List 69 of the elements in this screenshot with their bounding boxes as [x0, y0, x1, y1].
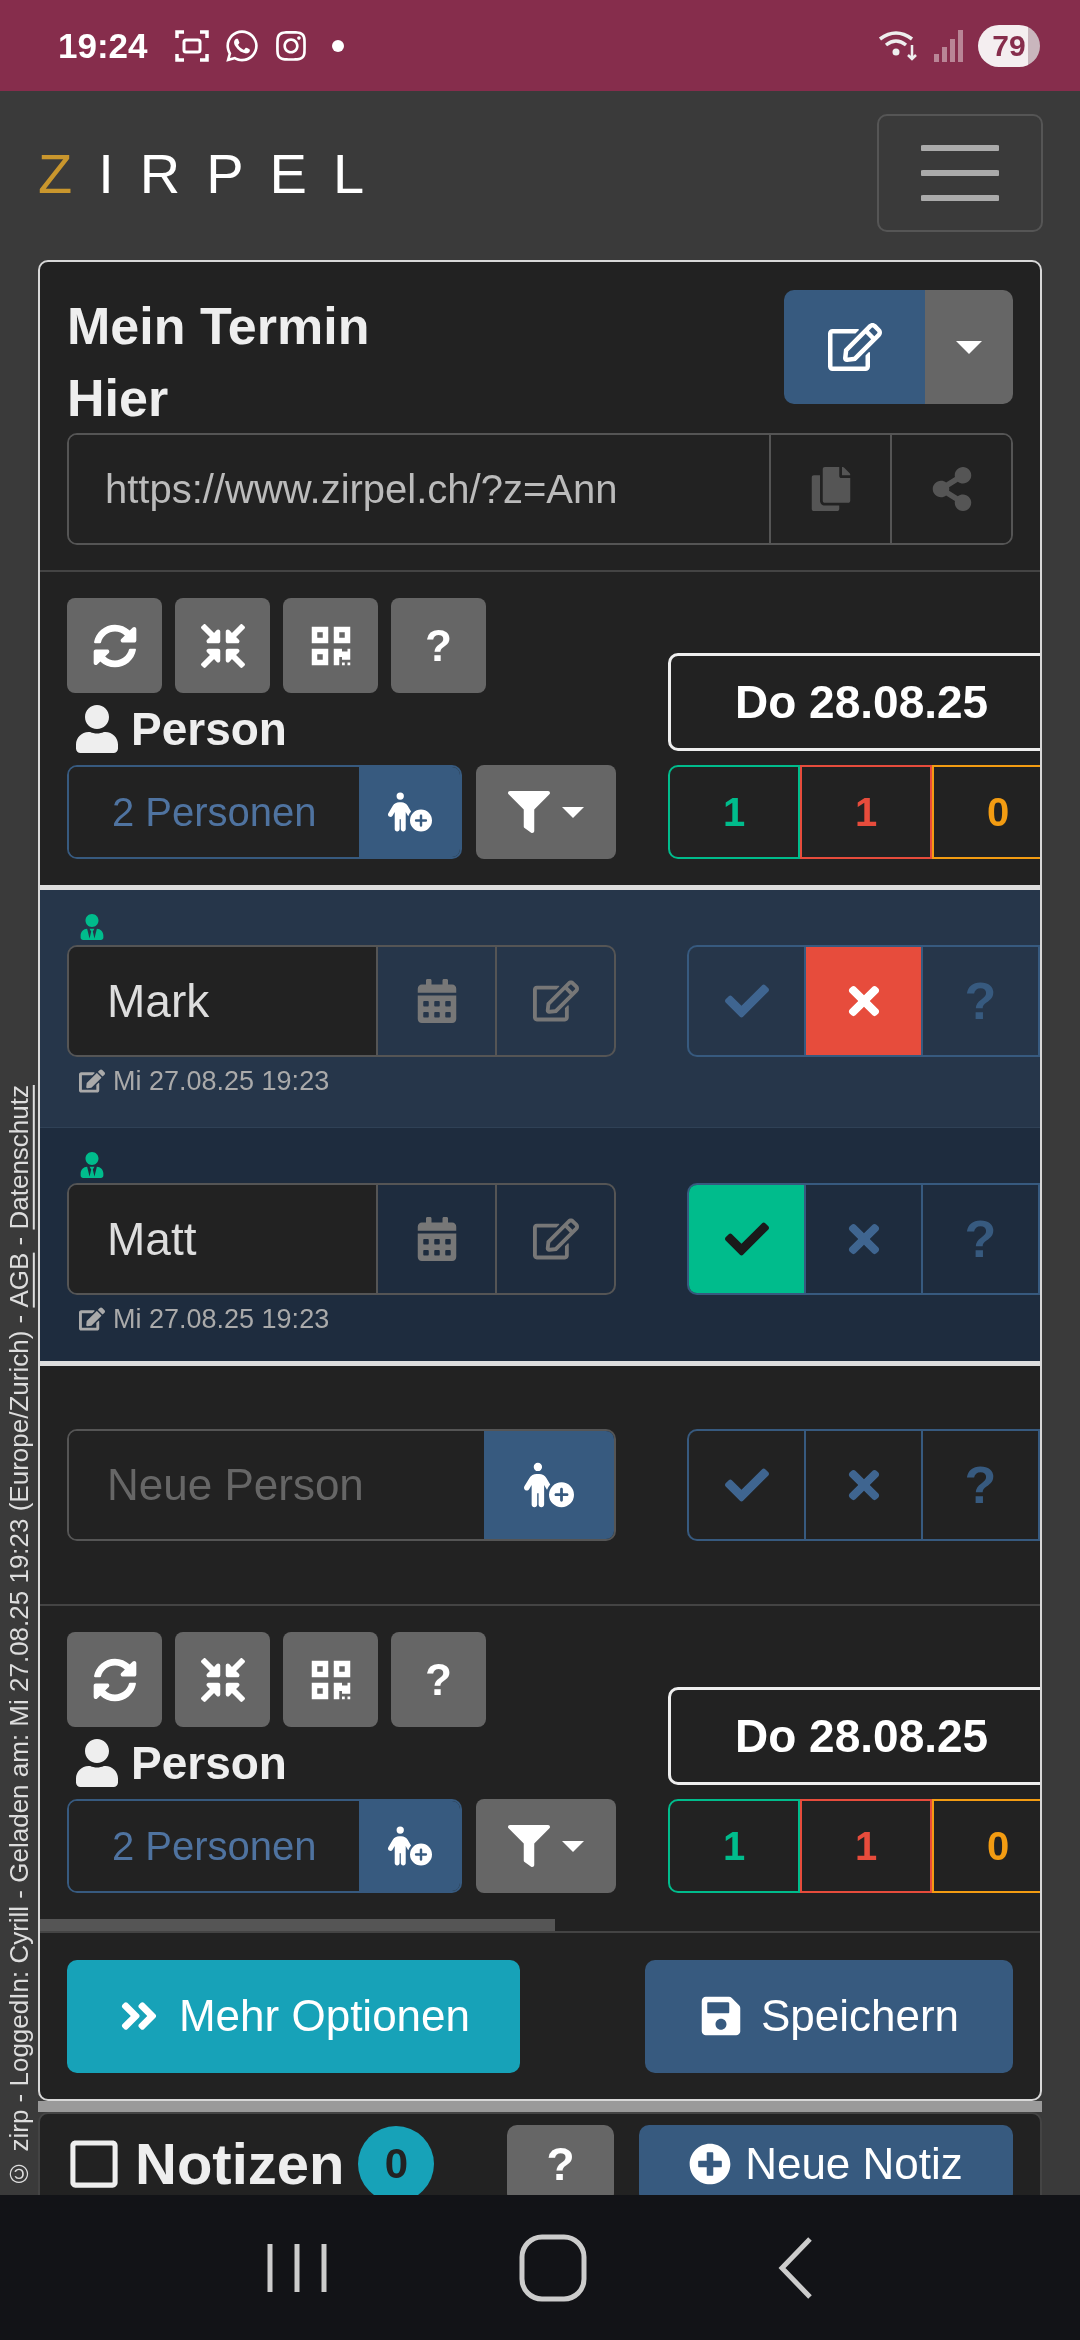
tally-cell: 0: [932, 1799, 1040, 1893]
add-person-button[interactable]: [484, 1431, 614, 1539]
edited-time: Mi 27.08.25 19:23: [113, 1303, 330, 1335]
tally-cell: 1: [668, 765, 800, 859]
wifi-icon: [878, 28, 920, 63]
section-label: Person: [131, 1736, 287, 1790]
collapse-arrows-icon: [200, 623, 245, 668]
footer-text: © zirp - LoggedIn: Cyrill - Geladen am: Mi 27.08.25 19:23 (Europe/Zurich) - AGB - Datenschutz: [3, 1085, 35, 2189]
menu-button[interactable]: [877, 114, 1043, 232]
menu-icon: [921, 144, 999, 202]
person-icon: [73, 705, 121, 753]
qr-code-button[interactable]: [283, 598, 378, 693]
date-text: Do 28.08.25: [735, 1709, 989, 1763]
signal-icon: [934, 29, 964, 62]
home-icon[interactable]: [518, 2232, 588, 2303]
tally-cell: 1: [800, 1799, 932, 1893]
person-plus-icon: [388, 790, 432, 834]
collapse-arrows-icon: [200, 1657, 245, 1702]
footer-link[interactable]: Datenschutz: [4, 1085, 34, 1230]
new-note-button[interactable]: Neue Notiz: [639, 2124, 1013, 2195]
notes-title: Notizen: [135, 2129, 345, 2195]
person-plus-icon: [388, 1824, 432, 1868]
filter-button[interactable]: [476, 1799, 616, 1893]
edit-icon: [827, 320, 882, 374]
refresh-icon: [92, 1657, 137, 1702]
filter-icon: [508, 791, 551, 833]
person-icon: [79, 914, 105, 940]
battery-level: 79: [978, 24, 1040, 67]
tally-cell: 1: [668, 1799, 800, 1893]
edit-icon: [79, 1306, 105, 1332]
notification-dot-icon: [331, 39, 344, 52]
section-label: Person: [131, 702, 287, 756]
plus-icon: [689, 2142, 732, 2185]
person-icon: [73, 1739, 121, 1787]
refresh-button[interactable]: [67, 598, 162, 693]
tally-cell: 0: [932, 765, 1040, 859]
tally-cell: 1: [800, 765, 932, 859]
collapse-button[interactable]: [175, 1632, 270, 1727]
save-button[interactable]: Speichern: [645, 1959, 1013, 2073]
caret-icon: [562, 806, 585, 818]
help-button[interactable]: ?: [391, 1632, 486, 1727]
status-time: 19:24: [58, 25, 148, 66]
edit-icon: [79, 1068, 105, 1094]
event-title: Mein Termin Hier: [67, 296, 371, 429]
refresh-button[interactable]: [67, 1632, 162, 1727]
qr-code-button[interactable]: [283, 1632, 378, 1727]
screenshot-icon: [173, 27, 210, 64]
add-person-button[interactable]: [359, 767, 461, 857]
date-text: Do 28.08.25: [735, 675, 989, 729]
footer-link[interactable]: AGB: [4, 1252, 34, 1308]
chat-app-icon: [223, 27, 260, 64]
filter-button[interactable]: [476, 765, 616, 859]
caret-icon: [956, 340, 982, 354]
refresh-icon: [92, 623, 137, 668]
no-button[interactable]: [806, 947, 923, 1055]
help-button[interactable]: ?: [507, 2124, 614, 2195]
edited-time: Mi 27.08.25 19:23: [113, 1065, 330, 1097]
filter-icon: [508, 1825, 551, 1867]
help-button[interactable]: ?: [391, 598, 486, 693]
notes-count: 0: [358, 2125, 435, 2195]
add-person-button[interactable]: [359, 1801, 461, 1891]
yes-button[interactable]: [689, 1185, 806, 1293]
edit-button[interactable]: [784, 290, 925, 404]
new-person-field[interactable]: Neue Person: [67, 1429, 616, 1541]
person-icon: [79, 1152, 105, 1178]
camera-app-icon: [273, 28, 308, 63]
collapse-button[interactable]: [175, 598, 270, 693]
person-plus-icon: [524, 1460, 574, 1510]
caret-icon: [562, 1840, 585, 1852]
